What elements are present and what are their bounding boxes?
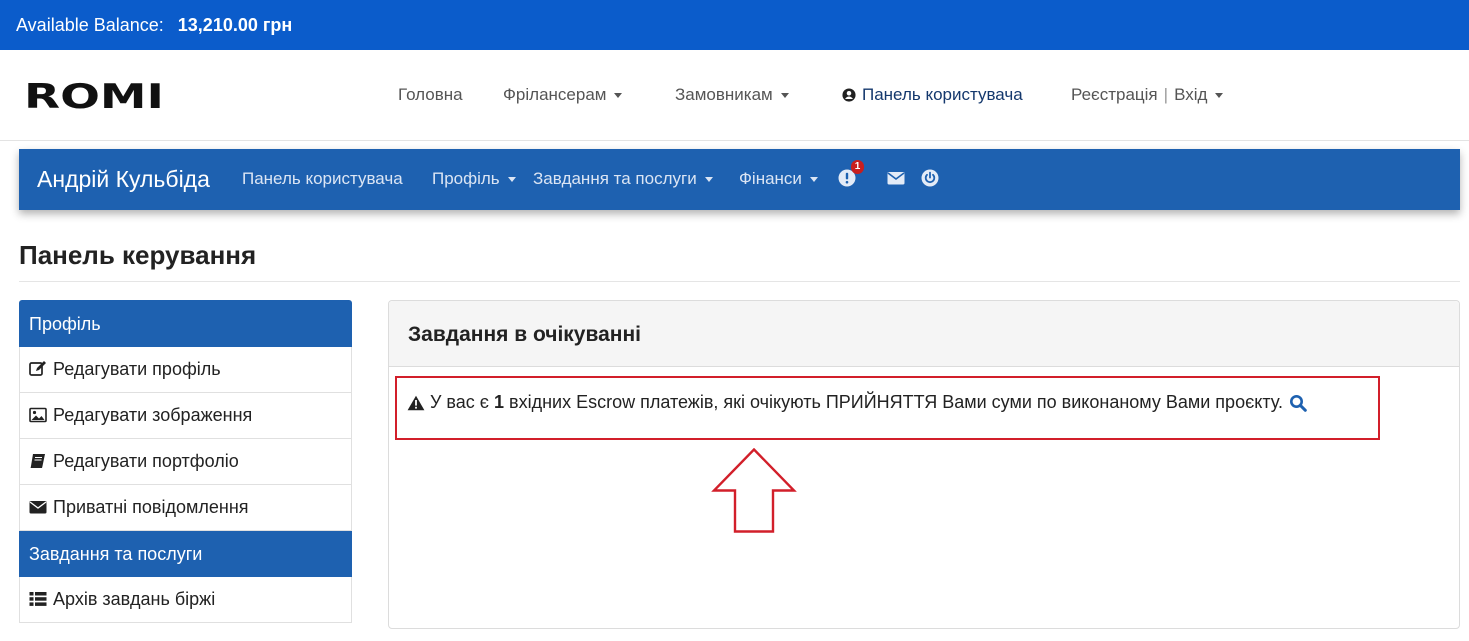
chevron-down-icon xyxy=(1215,92,1224,98)
dash-link-finance[interactable]: Фінанси xyxy=(739,169,818,189)
envelope-icon xyxy=(29,501,47,514)
list-icon xyxy=(29,592,47,606)
sidebar: Профіль Редагувати профіль Редагувати зо… xyxy=(19,300,352,641)
nav-home[interactable]: Головна xyxy=(398,85,463,105)
image-icon xyxy=(29,407,47,423)
logout-button[interactable] xyxy=(921,169,941,189)
power-icon xyxy=(921,169,939,187)
panel-title: Завдання в очікуванні xyxy=(389,301,1459,367)
sidebar-item-label: Редагувати зображення xyxy=(53,405,253,425)
sidebar-item-label: Редагувати профіль xyxy=(53,359,221,379)
search-icon[interactable] xyxy=(1289,394,1307,412)
alerts-button[interactable]: 1 xyxy=(838,160,864,189)
dash-link-profile[interactable]: Профіль xyxy=(432,169,516,189)
escrow-alert-highlight: У вас є 1 вхідних Escrow платежів, які о… xyxy=(395,376,1380,440)
balance-label: Available Balance: xyxy=(16,14,164,35)
sidebar-item-label: Редагувати портфоліо xyxy=(53,451,239,471)
dash-link-user-panel[interactable]: Панель користувача xyxy=(242,169,403,189)
chevron-down-icon xyxy=(614,92,623,98)
balance-bar: Available Balance: 13,210.00 грн xyxy=(0,0,1469,50)
edit-icon xyxy=(29,361,46,376)
sidebar-item-label: Архів завдань біржі xyxy=(53,589,216,609)
messages-button[interactable] xyxy=(887,169,907,189)
page-title: Панель керування xyxy=(19,240,257,270)
nav-freelancers[interactable]: Фрілансерам xyxy=(503,85,623,105)
warning-icon xyxy=(407,395,425,410)
chevron-down-icon xyxy=(507,176,516,182)
nav-register[interactable]: Реєстрація xyxy=(1071,85,1158,105)
site-header: ROMI Головна Фрілансерам Замовникам Пане… xyxy=(0,50,1469,141)
dashboard-navbar: Андрій Кульбіда Панель користувача Профі… xyxy=(19,149,1460,210)
nav-customers[interactable]: Замовникам xyxy=(675,85,789,105)
nav-auth[interactable]: Реєстрація | Вхід xyxy=(1071,85,1224,105)
sidebar-section-profile: Профіль xyxy=(19,300,352,347)
pending-tasks-panel: Завдання в очікуванні У вас є 1 вхідних … xyxy=(388,300,1460,629)
sidebar-item-label: Приватні повідомлення xyxy=(53,497,249,517)
sidebar-section-tasks: Завдання та послуги xyxy=(19,531,352,577)
alert-count: 1 xyxy=(494,392,505,412)
dash-link-tasks[interactable]: Завдання та послуги xyxy=(533,169,713,189)
envelope-icon xyxy=(887,172,905,185)
chevron-down-icon xyxy=(704,176,713,182)
balance-amount: 13,210.00 грн xyxy=(177,14,293,35)
alerts-badge: 1 xyxy=(851,160,864,174)
main-nav: Головна Фрілансерам Замовникам Панель ко… xyxy=(0,50,1469,141)
sidebar-item-edit-image[interactable]: Редагувати зображення xyxy=(19,393,352,439)
escrow-alert: У вас є 1 вхідних Escrow платежів, які о… xyxy=(407,392,1307,413)
up-arrow-annotation-icon xyxy=(711,448,797,533)
sidebar-item-edit-portfolio[interactable]: Редагувати портфоліо xyxy=(19,439,352,485)
sidebar-item-edit-profile[interactable]: Редагувати профіль xyxy=(19,347,352,393)
user-circle-icon xyxy=(842,88,856,102)
nav-user-panel[interactable]: Панель користувача xyxy=(842,85,1023,105)
alert-message: вхідних Escrow платежів, які очікують ПР… xyxy=(509,392,1283,412)
user-name[interactable]: Андрій Кульбіда xyxy=(37,166,210,193)
divider xyxy=(19,281,1460,282)
sidebar-item-task-archive[interactable]: Архів завдань біржі xyxy=(19,577,352,623)
chevron-down-icon xyxy=(809,176,818,182)
book-icon xyxy=(30,454,45,468)
alert-prefix: У вас є xyxy=(430,392,489,412)
sidebar-item-private-messages[interactable]: Приватні повідомлення xyxy=(19,485,352,531)
chevron-down-icon xyxy=(780,92,789,98)
nav-login[interactable]: Вхід xyxy=(1174,85,1207,105)
separator: | xyxy=(1163,85,1169,104)
